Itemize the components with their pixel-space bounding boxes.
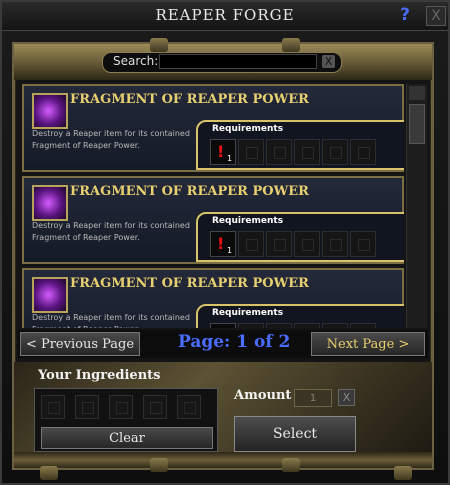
recipe-item[interactable]: FRAGMENT OF REAPER POWER Destroy a Reape… <box>22 84 404 172</box>
ingredient-slot[interactable] <box>109 395 133 419</box>
search-bar: Search: X <box>102 52 342 73</box>
requirement-slot <box>238 231 264 257</box>
search-clear-button[interactable]: X <box>322 55 335 68</box>
requirement-slot[interactable]: ! 1 <box>210 139 236 165</box>
requirements-label: Requirements <box>212 308 284 318</box>
recipe-description: Destroy a Reaper item for its contained … <box>32 313 190 328</box>
frame-hinge <box>282 458 300 472</box>
ingredient-slots: Clear <box>34 388 218 452</box>
requirement-count: 1 <box>227 154 233 163</box>
next-page-button[interactable]: Next Page > <box>311 332 425 356</box>
search-input[interactable] <box>159 54 317 69</box>
recipe-scrollbar[interactable] <box>406 84 427 328</box>
frame-hinge <box>282 38 300 52</box>
recipe-description: Destroy a Reaper item for its contained … <box>32 129 190 150</box>
select-button[interactable]: Select <box>234 416 356 452</box>
pagination-bar: < Previous Page Page: 1 of 2 Next Page > <box>18 330 428 358</box>
clear-button[interactable]: Clear <box>41 427 213 449</box>
ingredients-panel: Your Ingredients Clear Amount 1 X Select <box>14 362 432 456</box>
requirements-label: Requirements <box>212 216 284 226</box>
exclamation-icon: ! <box>217 326 224 328</box>
requirement-slot <box>350 139 376 165</box>
requirements-panel: Requirements ! 1 <box>196 304 404 328</box>
search-label: Search: <box>113 54 159 68</box>
ingredients-label: Your Ingredients <box>38 368 161 383</box>
ingredient-slot[interactable] <box>41 395 65 419</box>
exclamation-icon: ! <box>217 142 225 161</box>
page-indicator: Page: 1 of 2 <box>178 332 291 352</box>
frame-hinge <box>150 38 168 52</box>
requirement-slot <box>294 139 320 165</box>
close-button[interactable]: X <box>426 6 446 26</box>
recipe-list: FRAGMENT OF REAPER POWER Destroy a Reape… <box>22 84 404 328</box>
recipe-item[interactable]: FRAGMENT OF REAPER POWER Destroy a Reape… <box>22 268 404 328</box>
amount-clear-button[interactable]: X <box>338 389 355 406</box>
requirements-panel: Requirements ! 1 <box>196 120 404 170</box>
scroll-thumb[interactable] <box>409 104 425 144</box>
requirement-count: 1 <box>227 246 233 255</box>
requirement-slot[interactable]: ! 1 <box>210 323 236 328</box>
frame-hinge <box>150 458 168 472</box>
requirement-slot <box>294 323 320 328</box>
ingredient-slot[interactable] <box>75 395 99 419</box>
recipe-description: Destroy a Reaper item for its contained … <box>32 221 190 242</box>
previous-page-button[interactable]: < Previous Page <box>20 332 140 356</box>
requirement-slot <box>350 323 376 328</box>
requirement-slot <box>266 139 292 165</box>
amount-field[interactable]: 1 <box>294 389 332 407</box>
help-icon[interactable]: ? <box>395 5 415 25</box>
requirement-slot <box>322 139 348 165</box>
reaper-fragment-icon <box>32 277 68 313</box>
requirement-slot <box>350 231 376 257</box>
requirement-slot <box>266 323 292 328</box>
ornate-footer-bar <box>14 452 432 468</box>
requirement-slot <box>322 231 348 257</box>
window-title: REAPER FORGE <box>155 6 295 24</box>
recipe-title: FRAGMENT OF REAPER POWER <box>70 184 309 199</box>
frame-hinge <box>394 466 412 480</box>
requirement-slot <box>238 323 264 328</box>
recipe-title: FRAGMENT OF REAPER POWER <box>70 92 309 107</box>
requirement-slot <box>238 139 264 165</box>
requirement-slot[interactable]: ! 1 <box>210 231 236 257</box>
ingredient-slot[interactable] <box>143 395 167 419</box>
requirement-slot <box>294 231 320 257</box>
requirements-label: Requirements <box>212 124 284 134</box>
reaper-fragment-icon <box>32 93 68 129</box>
scroll-up-arrow[interactable] <box>409 86 425 100</box>
title-bar[interactable]: REAPER FORGE ? X <box>2 2 448 31</box>
requirements-panel: Requirements ! 1 <box>196 212 404 262</box>
reaper-fragment-icon <box>32 185 68 221</box>
exclamation-icon: ! <box>217 234 225 253</box>
requirement-slot <box>322 323 348 328</box>
requirement-slot <box>266 231 292 257</box>
amount-label: Amount <box>234 388 292 403</box>
frame-hinge <box>40 466 58 480</box>
ingredient-slot[interactable] <box>177 395 201 419</box>
recipe-item[interactable]: FRAGMENT OF REAPER POWER Destroy a Reape… <box>22 176 404 264</box>
recipe-title: FRAGMENT OF REAPER POWER <box>70 276 309 291</box>
